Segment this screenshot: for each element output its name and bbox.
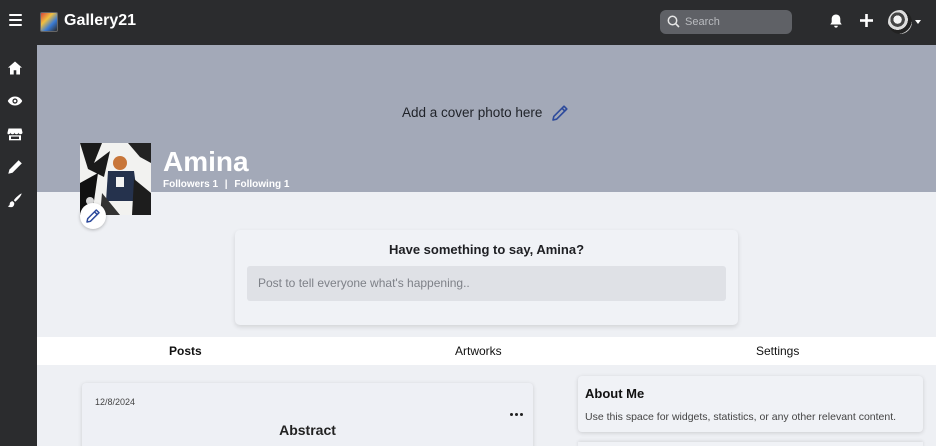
home-icon[interactable] (7, 60, 23, 76)
edit-pencil-icon (86, 209, 100, 223)
sidebar (0, 45, 37, 446)
eye-icon[interactable] (7, 93, 23, 109)
about-title: About Me (585, 386, 645, 401)
composer-title: Have something to say, Amina? (388, 242, 585, 257)
plus-icon[interactable] (859, 13, 874, 28)
search-icon (667, 15, 680, 28)
caret-down-icon[interactable] (915, 20, 921, 24)
app-name[interactable]: Gallery21 (64, 12, 136, 30)
edit-cover-pencil-icon[interactable] (551, 104, 569, 122)
post-title: Abstract (279, 422, 336, 438)
composer-input[interactable]: Post to tell everyone what's happening.. (247, 266, 726, 301)
post-composer: Have something to say, Amina? Post to te… (235, 230, 738, 325)
avatar[interactable] (888, 10, 912, 34)
next-card-edge (578, 442, 923, 446)
tab-artworks[interactable]: Artworks (455, 344, 502, 358)
post-date: 12/8/2024 (95, 397, 136, 407)
app-logo[interactable] (40, 12, 58, 32)
menu-icon[interactable] (9, 14, 22, 26)
post-card[interactable]: 12/8/2024 Abstract (82, 383, 533, 446)
edit-profile-picture-button[interactable] (80, 203, 106, 229)
profile-name: Amina (163, 146, 249, 177)
pencil-icon[interactable] (7, 159, 23, 175)
followers-count[interactable]: Followers 1 (163, 179, 218, 190)
top-bar: Gallery21 (0, 0, 936, 45)
profile-stats: Followers 1 | Following 1 (163, 179, 289, 190)
about-text: Use this space for widgets, statistics, … (585, 411, 897, 423)
tab-posts[interactable]: Posts (169, 344, 202, 358)
more-options-icon[interactable] (510, 403, 525, 421)
bell-icon[interactable] (829, 13, 843, 29)
store-icon[interactable] (7, 126, 23, 142)
about-me-card: About Me Use this space for widgets, sta… (578, 376, 923, 432)
profile-tabs: Posts Artworks Settings (37, 337, 936, 365)
cover-photo-prompt[interactable]: Add a cover photo here (402, 105, 542, 120)
brush-icon[interactable] (7, 192, 23, 208)
following-count[interactable]: Following 1 (234, 179, 289, 190)
search-input[interactable] (685, 13, 785, 31)
tab-settings[interactable]: Settings (756, 344, 799, 358)
stats-separator: | (224, 179, 228, 190)
search-box[interactable] (660, 10, 792, 34)
